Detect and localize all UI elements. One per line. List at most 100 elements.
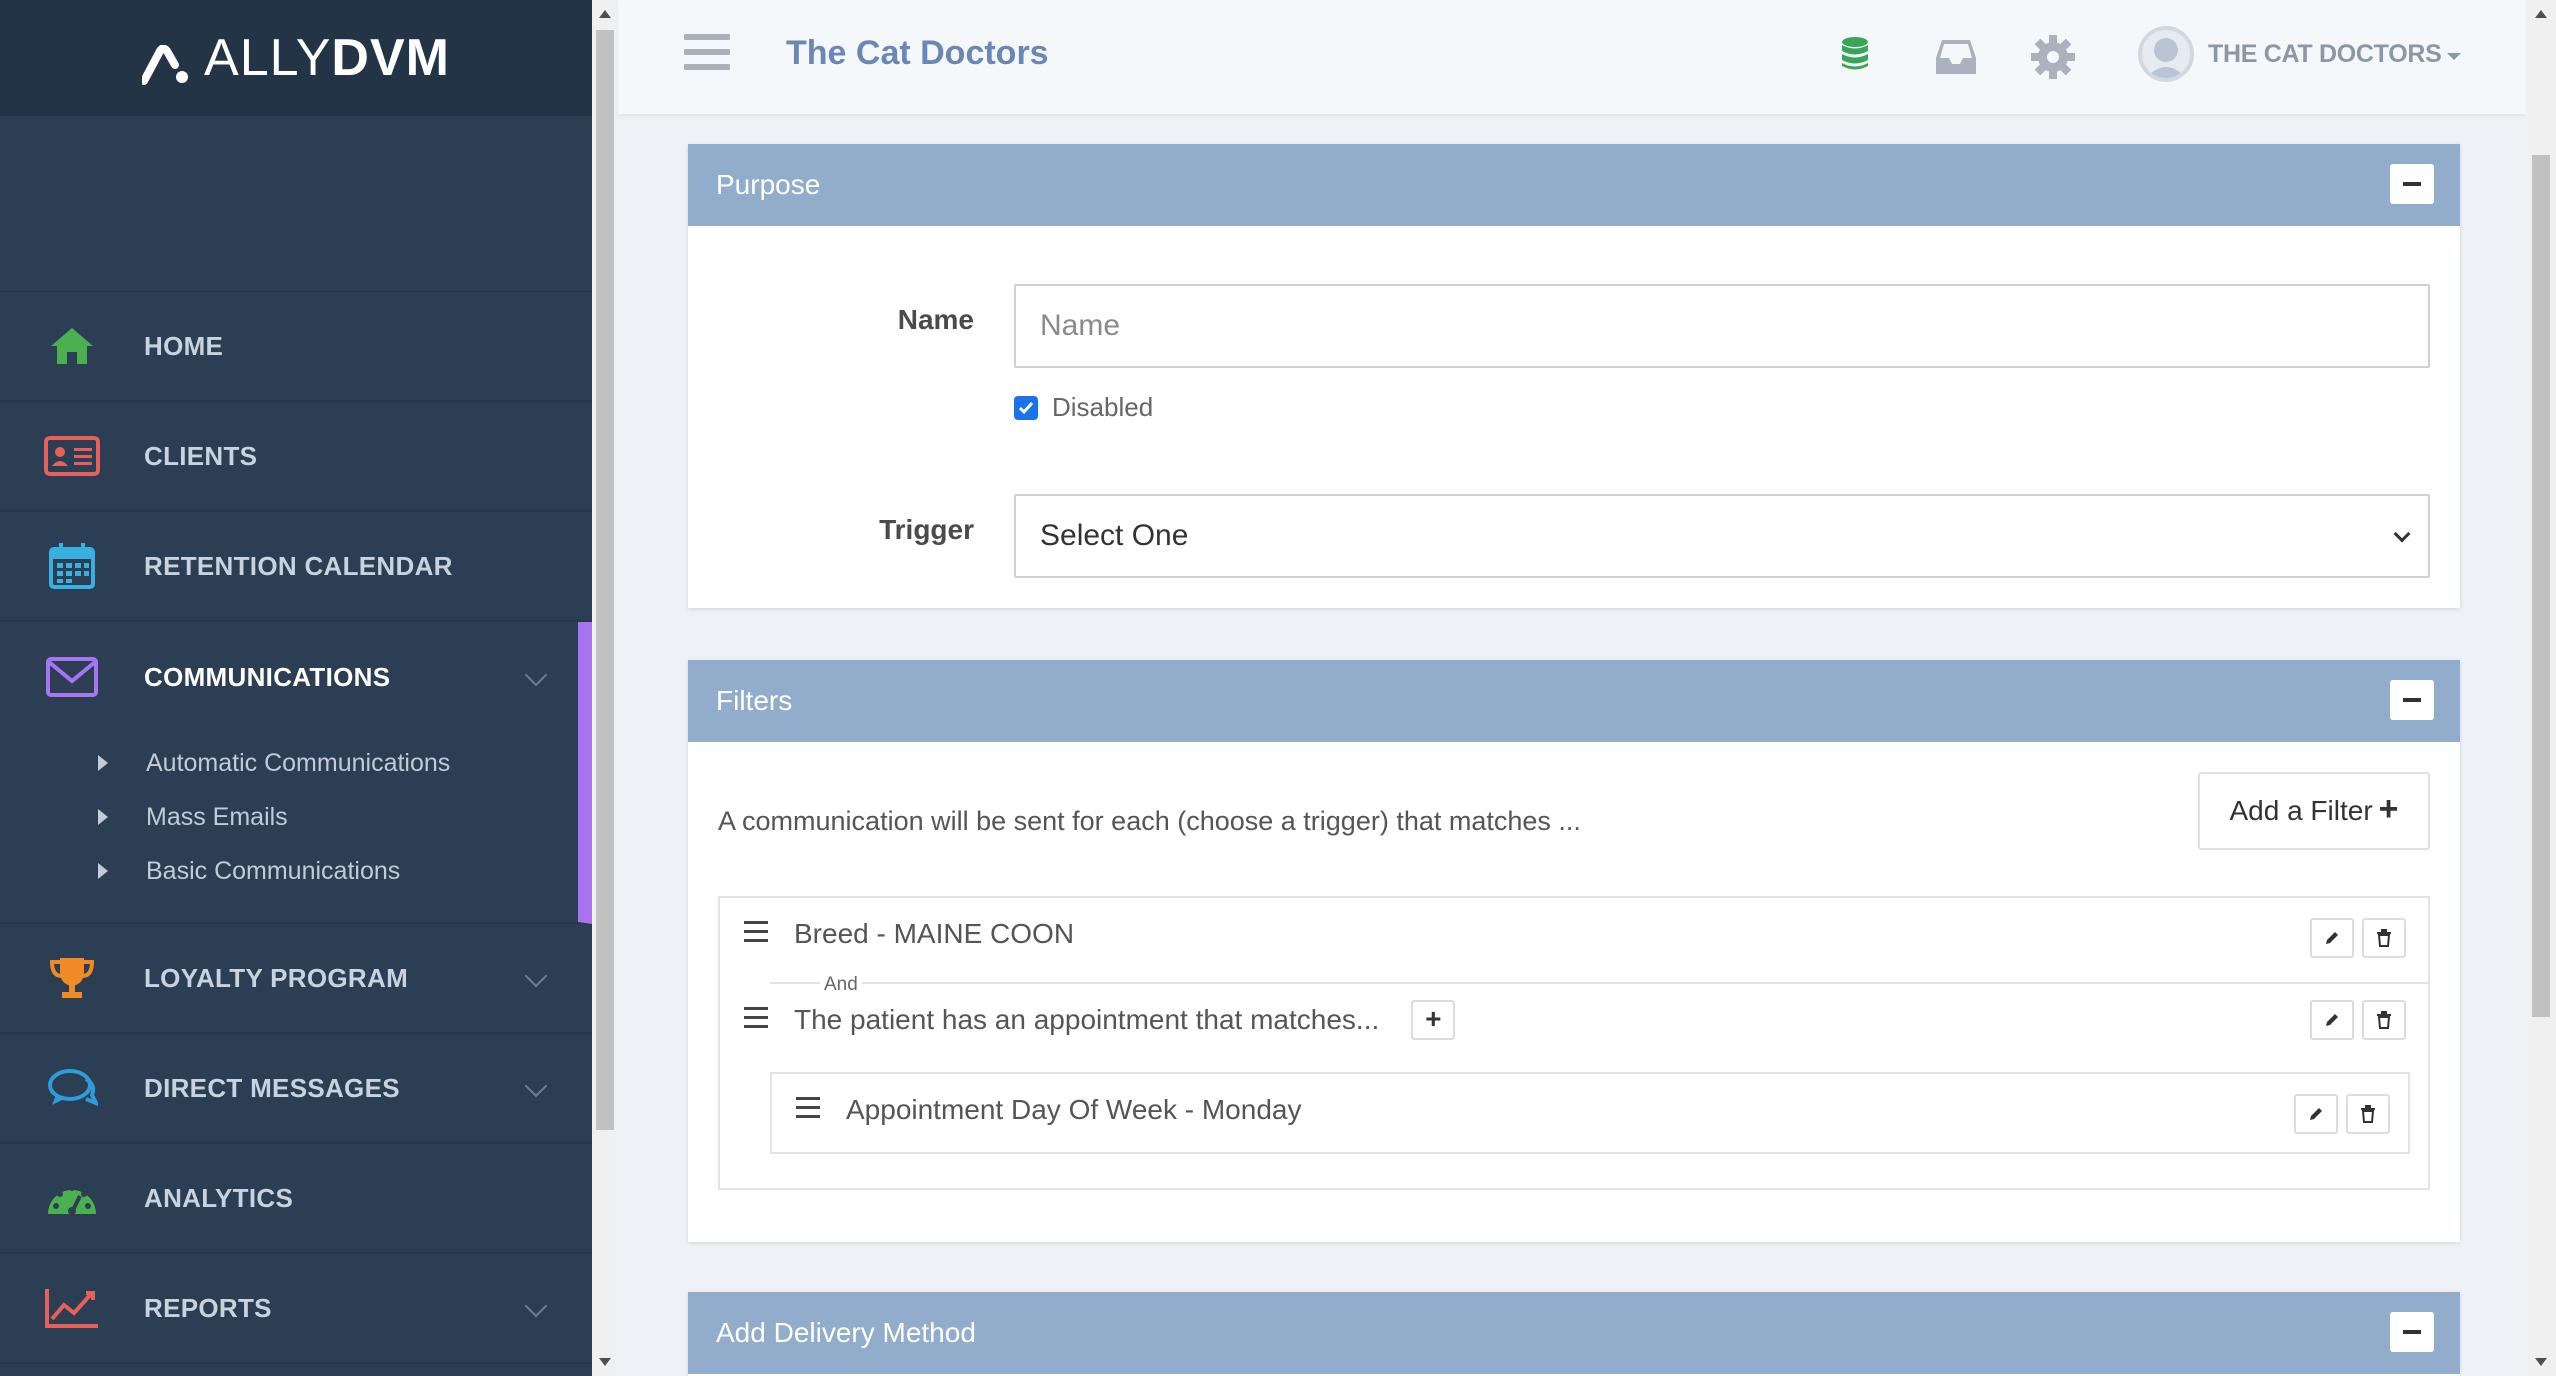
sidebar-item-reports[interactable]: REPORTS [0, 1254, 592, 1364]
minus-icon [2403, 182, 2421, 186]
edit-button[interactable] [2310, 1000, 2354, 1040]
scroll-down-icon[interactable] [2535, 1358, 2547, 1366]
brand-logo[interactable]: ALLY DVM [0, 0, 592, 116]
delivery-panel-header: Add Delivery Method [688, 1292, 2460, 1374]
scrollbar-thumb[interactable] [596, 30, 614, 1130]
chevron-down-icon[interactable] [524, 1074, 548, 1098]
collapse-button[interactable] [2390, 680, 2434, 720]
delete-button[interactable] [2362, 1000, 2406, 1040]
chat-icon [0, 1067, 144, 1109]
caret-right-icon [98, 863, 108, 879]
ally-logo-icon [140, 38, 190, 85]
trash-icon [2377, 1011, 2391, 1029]
filter-row: Breed - MAINE COON [720, 918, 2428, 958]
subitem-basic-communications[interactable]: Basic Communications [0, 844, 578, 898]
pencil-icon [2310, 1108, 2322, 1120]
trigger-select[interactable]: Select One [1014, 494, 2430, 578]
edit-button[interactable] [2294, 1094, 2338, 1134]
sidebar-item-label: RETENTION CALENDAR [144, 550, 453, 581]
sidebar-item-retention-calendar[interactable]: RETENTION CALENDAR [0, 512, 592, 622]
brand-name-light: ALLY [204, 29, 332, 87]
gear-icon[interactable] [2030, 34, 2076, 85]
scroll-up-icon[interactable] [2535, 10, 2547, 18]
filter-text: Appointment Day Of Week - Monday [846, 1094, 1302, 1125]
add-subfilter-button[interactable]: + [1411, 1000, 1456, 1040]
sidebar-item-label: LOYALTY PROGRAM [144, 962, 409, 993]
sidebar-item-loyalty-program[interactable]: LOYALTY PROGRAM [0, 924, 592, 1034]
scroll-up-icon[interactable] [599, 10, 611, 18]
add-filter-label: Add a Filter [2229, 795, 2373, 826]
plus-icon: + [2378, 789, 2399, 828]
id-card-icon [0, 436, 144, 476]
avatar [2138, 26, 2194, 82]
name-label: Name [897, 304, 974, 335]
trigger-selected-value: Select One [1040, 519, 1189, 552]
sidebar-item-label: HOME [144, 330, 224, 361]
caret-down-icon [2447, 52, 2462, 60]
caret-right-icon [98, 755, 108, 771]
filters-panel-header: Filters [688, 660, 2460, 742]
chevron-down-icon [2393, 525, 2411, 543]
sidebar-spacer [0, 116, 592, 292]
minus-icon [2403, 1330, 2421, 1334]
sidebar-item-clients[interactable]: CLIENTS [0, 402, 592, 512]
trophy-icon [0, 956, 144, 1000]
sidebar-item-home[interactable]: HOME [0, 292, 592, 402]
disabled-checkbox[interactable] [1014, 395, 1038, 420]
delete-button[interactable] [2362, 918, 2406, 958]
subitem-label: Mass Emails [146, 802, 288, 831]
subitem-label: Basic Communications [146, 856, 401, 885]
pencil-icon [2326, 1014, 2338, 1026]
page-scrollbar[interactable] [2526, 0, 2556, 1376]
trash-icon [2361, 1105, 2375, 1123]
delete-button[interactable] [2346, 1094, 2390, 1134]
sidebar-item-label: COMMUNICATIONS [144, 661, 391, 692]
communications-group: COMMUNICATIONS Automatic Communications … [0, 622, 592, 924]
add-filter-button[interactable]: Add a Filter + [2198, 772, 2430, 850]
sidebar-item-analytics[interactable]: ANALYTICS [0, 1144, 592, 1254]
subitem-automatic-communications[interactable]: Automatic Communications [0, 736, 578, 790]
drag-handle-icon[interactable] [744, 1006, 768, 1034]
panel-title: Add Delivery Method [716, 1317, 976, 1348]
communications-submenu: Automatic Communications Mass Emails Bas… [0, 732, 578, 922]
page-title: The Cat Doctors [786, 34, 1049, 72]
line-chart-icon [0, 1287, 144, 1329]
sidebar-item-communications[interactable]: COMMUNICATIONS [0, 622, 578, 732]
checkmark-icon [1018, 401, 1034, 414]
pencil-icon [2326, 932, 2338, 944]
collapse-button[interactable] [2390, 1312, 2434, 1352]
purpose-panel: Purpose Name Disabled Trigger Select One [688, 144, 2460, 608]
collapse-button[interactable] [2390, 164, 2434, 204]
sidebar-item-label: DIRECT MESSAGES [144, 1072, 400, 1103]
purpose-panel-header: Purpose [688, 144, 2460, 226]
caret-right-icon [98, 809, 108, 825]
chevron-down-icon[interactable] [524, 663, 548, 687]
subitem-mass-emails[interactable]: Mass Emails [0, 790, 578, 844]
sidebar-item-label: ANALYTICS [144, 1182, 294, 1213]
scrollbar-thumb[interactable] [2532, 155, 2550, 1017]
account-menu[interactable]: THE CAT DOCTORS [2138, 26, 2462, 82]
chevron-down-icon[interactable] [524, 964, 548, 988]
trigger-label: Trigger [879, 514, 974, 545]
drag-handle-icon[interactable] [744, 920, 768, 948]
sidebar-item-direct-messages[interactable]: DIRECT MESSAGES [0, 1034, 592, 1144]
chevron-down-icon[interactable] [524, 1294, 548, 1318]
menu-toggle-icon[interactable] [684, 34, 730, 70]
disabled-label: Disabled [1052, 392, 1154, 422]
database-icon[interactable] [1840, 36, 1870, 77]
sidebar: ALLY DVM HOME CLIENTS RETENTION CALENDAR … [0, 0, 592, 1376]
inbox-icon[interactable] [1932, 36, 1980, 81]
name-input[interactable] [1014, 284, 2430, 368]
nested-filter: Appointment Day Of Week - Monday [770, 1072, 2410, 1154]
brand-name-bold: DVM [331, 29, 450, 87]
drag-handle-icon[interactable] [796, 1096, 820, 1124]
edit-button[interactable] [2310, 918, 2354, 958]
scroll-down-icon[interactable] [599, 1358, 611, 1366]
sidebar-scrollbar[interactable] [592, 0, 618, 1376]
filter-text: The patient has an appointment that matc… [794, 1004, 1380, 1035]
filters-panel: Filters A communication will be sent for… [688, 660, 2460, 1242]
main-content: Purpose Name Disabled Trigger Select One… [618, 114, 2526, 1376]
subitem-label: Automatic Communications [146, 748, 451, 777]
disabled-checkbox-row: Disabled [1014, 392, 1153, 423]
filter-row: The patient has an appointment that matc… [720, 1000, 2428, 1040]
